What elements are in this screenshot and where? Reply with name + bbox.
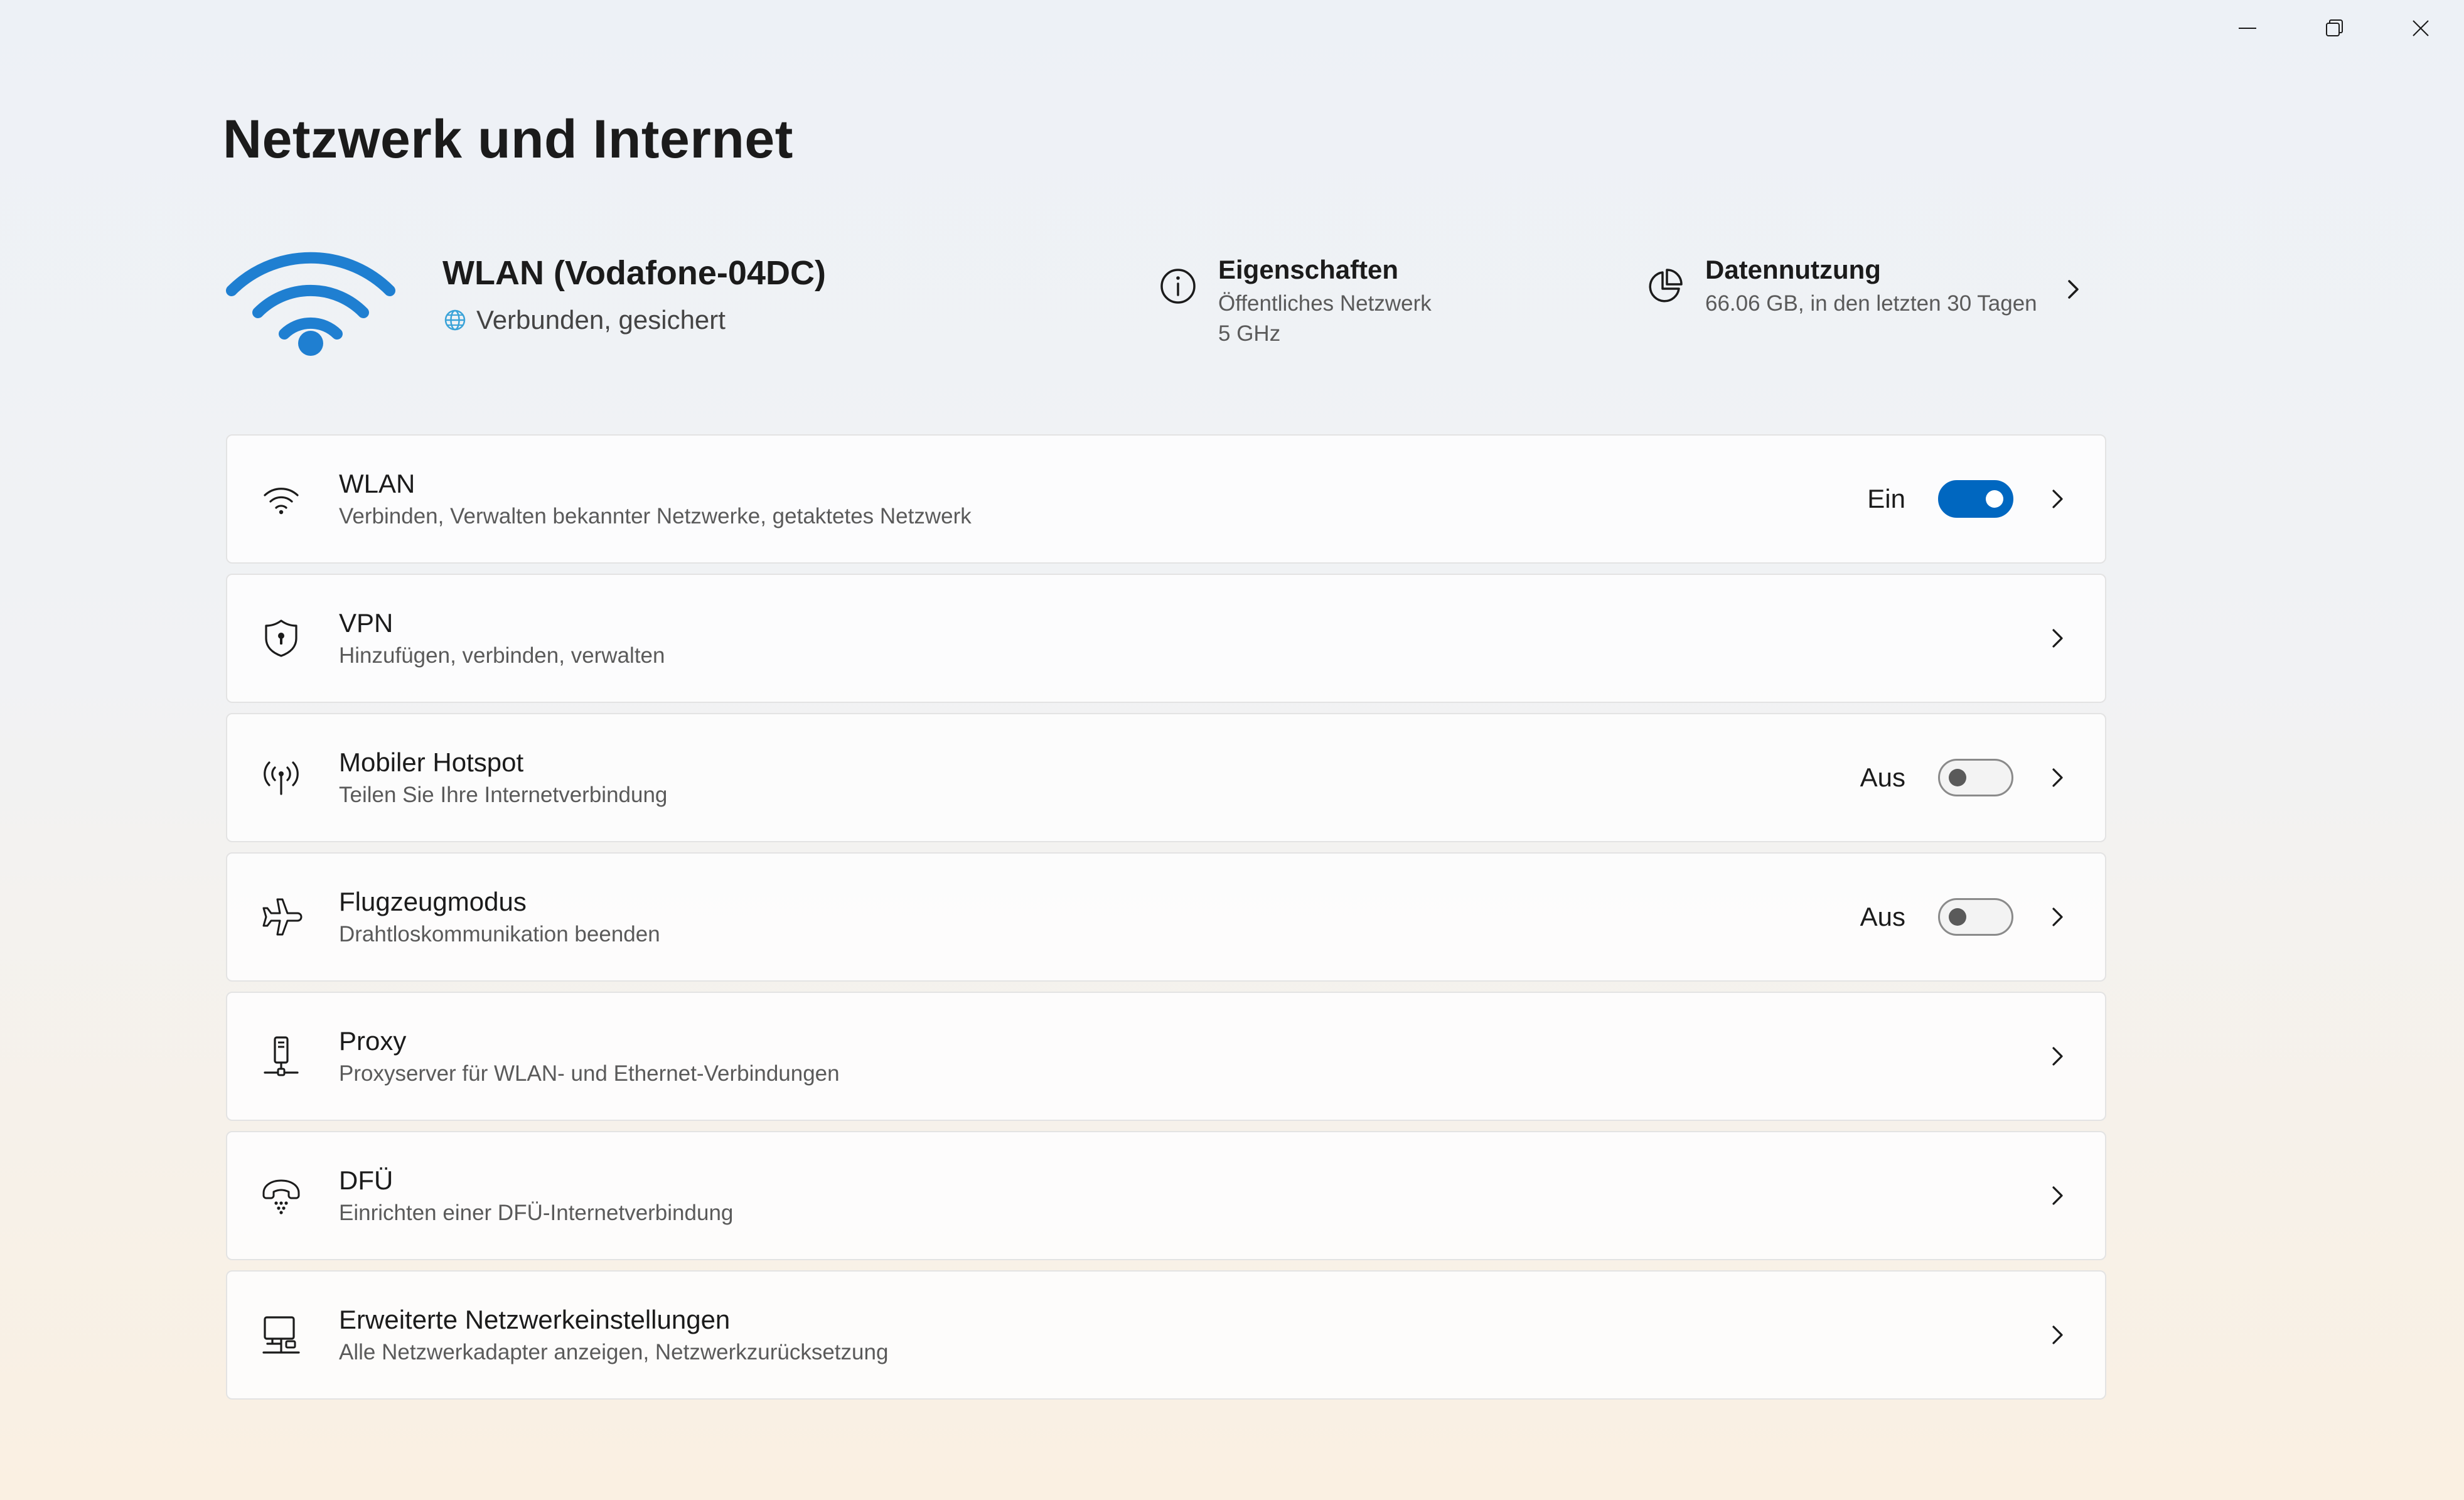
setting-dialup[interactable]: DFÜ Einrichten einer DFÜ-Internetverbind… <box>226 1131 2106 1260</box>
airplane-icon <box>259 894 304 940</box>
setting-description: Einrichten einer DFÜ-Internetverbindung <box>339 1201 734 1225</box>
toggle-knob <box>1949 908 1966 926</box>
toggle-state-label: Aus <box>1860 763 1905 792</box>
setting-title: Mobiler Hotspot <box>339 747 524 777</box>
network-adapter-icon <box>259 1312 304 1358</box>
setting-advanced-texts: Erweiterte Netzwerkeinstellungen Alle Ne… <box>339 1302 888 1368</box>
toggle-state-label: Ein <box>1867 484 1905 513</box>
setting-advanced-controls <box>2045 1322 2070 1347</box>
data-usage-icon <box>1649 269 1683 303</box>
setting-description: Hinzufügen, verbinden, verwalten <box>339 643 665 668</box>
data-usage-title: Datennutzung <box>1705 255 1881 284</box>
setting-hotspot-texts: Mobiler Hotspot Teilen Sie Ihre Internet… <box>339 745 667 810</box>
proxy-icon <box>259 1034 304 1079</box>
chevron-right-icon <box>2052 908 2063 926</box>
setting-description: Teilen Sie Ihre Internetverbindung <box>339 783 668 807</box>
chevron-right-icon <box>2052 1326 2063 1344</box>
setting-title: DFÜ <box>339 1165 394 1195</box>
minimize-icon <box>2239 28 2256 29</box>
connection-status-text: Verbunden, gesichert <box>476 305 726 335</box>
setting-description: Drahtloskommunikation beenden <box>339 922 660 946</box>
setting-description: Verbinden, Verwalten bekannter Netzwerke… <box>339 504 972 528</box>
setting-vpn-texts: VPN Hinzufügen, verbinden, verwalten <box>339 606 665 671</box>
chevron-right-icon <box>2067 280 2079 299</box>
setting-airplane-mode[interactable]: Flugzeugmodus Drahtloskommunikation been… <box>226 852 2106 982</box>
minimize-button[interactable] <box>2204 0 2291 56</box>
data-usage-summary: 66.06 GB, in den letzten 30 Tagen <box>1705 291 2037 316</box>
setting-dialup-controls <box>2045 1183 2070 1208</box>
setting-proxy[interactable]: Proxy Proxyserver für WLAN- und Ethernet… <box>226 992 2106 1121</box>
page-title: Netzwerk und Internet <box>223 109 793 169</box>
setting-title: Proxy <box>339 1026 407 1056</box>
shield-icon <box>259 616 304 661</box>
setting-proxy-controls <box>2045 1044 2070 1069</box>
setting-proxy-texts: Proxy Proxyserver für WLAN- und Ethernet… <box>339 1024 840 1089</box>
wifi-icon <box>259 476 304 522</box>
chevron-right-icon <box>2052 1047 2063 1066</box>
restore-button[interactable] <box>2291 0 2377 56</box>
setting-wlan-controls: Ein <box>1867 480 2070 518</box>
connection-header: WLAN (Vodafone-04DC) Verbunden, gesicher… <box>223 220 2099 370</box>
properties-texts: Eigenschaften Öffentliches Netzwerk 5 GH… <box>1218 251 1432 349</box>
chevron-right-icon <box>2052 1186 2063 1205</box>
chevron-right-icon <box>2052 629 2063 648</box>
setting-description: Proxyserver für WLAN- und Ethernet-Verbi… <box>339 1061 840 1086</box>
properties-band: 5 GHz <box>1218 321 1281 346</box>
setting-title: WLAN <box>339 469 415 498</box>
setting-dialup-texts: DFÜ Einrichten einer DFÜ-Internetverbind… <box>339 1163 733 1228</box>
wifi-large-icon <box>226 252 395 356</box>
wlan-toggle[interactable] <box>1938 480 2013 518</box>
hotspot-toggle[interactable] <box>1938 759 2013 796</box>
close-icon <box>2413 20 2429 36</box>
toggle-knob <box>1986 490 2003 508</box>
toggle-state-label: Aus <box>1860 902 1905 931</box>
settings-list: WLAN Verbinden, Verwalten bekannter Netz… <box>226 434 2106 1410</box>
dialup-icon <box>259 1173 304 1218</box>
chevron-right-icon <box>2052 768 2063 787</box>
setting-wlan-texts: WLAN Verbinden, Verwalten bekannter Netz… <box>339 466 972 532</box>
properties-title: Eigenschaften <box>1218 255 1399 284</box>
chevron-right-icon <box>2052 490 2063 508</box>
setting-description: Alle Netzwerkadapter anzeigen, Netzwerkz… <box>339 1340 889 1364</box>
data-usage-texts: Datennutzung 66.06 GB, in den letzten 30… <box>1705 251 2037 319</box>
connection-name: WLAN (Vodafone-04DC) <box>442 254 826 292</box>
airplane-mode-toggle[interactable] <box>1938 898 2013 936</box>
connection-status: Verbunden, gesichert <box>442 301 726 339</box>
setting-title: Erweiterte Netzwerkeinstellungen <box>339 1305 731 1334</box>
setting-title: Flugzeugmodus <box>339 887 527 916</box>
properties-network-type: Öffentliches Netzwerk <box>1218 291 1432 316</box>
setting-mobile-hotspot[interactable]: Mobiler Hotspot Teilen Sie Ihre Internet… <box>226 713 2106 842</box>
setting-advanced-network[interactable]: Erweiterte Netzwerkeinstellungen Alle Ne… <box>226 1270 2106 1400</box>
window-caption-controls <box>2204 0 2464 56</box>
globe-icon <box>444 309 466 331</box>
setting-hotspot-controls: Aus <box>1860 759 2070 796</box>
close-button[interactable] <box>2377 0 2464 56</box>
info-icon <box>1160 269 1196 304</box>
setting-title: VPN <box>339 608 394 638</box>
setting-airplane-texts: Flugzeugmodus Drahtloskommunikation been… <box>339 884 660 950</box>
setting-airplane-controls: Aus <box>1860 898 2070 936</box>
setting-vpn-controls <box>2045 626 2070 651</box>
toggle-knob <box>1949 769 1966 786</box>
setting-wlan[interactable]: WLAN Verbinden, Verwalten bekannter Netz… <box>226 434 2106 564</box>
properties-link[interactable]: Eigenschaften Öffentliches Netzwerk 5 GH… <box>1158 251 1432 349</box>
setting-vpn[interactable]: VPN Hinzufügen, verbinden, verwalten <box>226 574 2106 703</box>
data-usage-link[interactable]: Datennutzung 66.06 GB, in den letzten 30… <box>1645 251 2086 319</box>
hotspot-icon <box>259 755 304 800</box>
restore-icon <box>2326 19 2343 36</box>
